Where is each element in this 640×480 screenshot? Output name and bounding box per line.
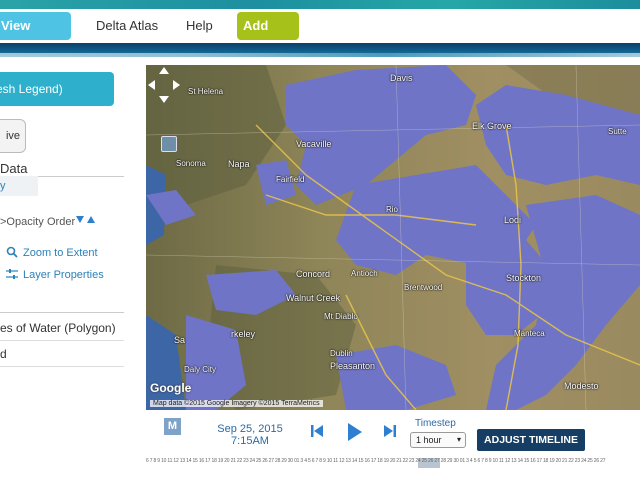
zoom-to-extent-link[interactable]: Zoom to Extent <box>6 246 98 259</box>
timeline-time: 7:15AM <box>231 435 269 447</box>
navbar: View Layers Delta Atlas Help Add New <box>0 9 640 61</box>
divider <box>0 366 124 367</box>
sliders-icon <box>6 269 18 279</box>
map-place-label: Fairfield <box>276 175 305 184</box>
timestep-select[interactable]: 1 hour ▾ <box>410 432 466 448</box>
divider <box>0 340 124 341</box>
map-place-label: Napa <box>228 159 250 169</box>
order-label: Order <box>47 216 76 228</box>
view-layers-button[interactable]: View Layers <box>0 12 71 61</box>
timeline-date: Sep 25, 2015 <box>217 423 283 435</box>
map-terrain <box>146 65 640 410</box>
map-place-label: Lodi <box>504 215 522 225</box>
map-place-label: Mt Diablo <box>324 312 358 321</box>
m-button[interactable]: M <box>164 418 181 435</box>
street-view-pegman-icon[interactable] <box>161 136 177 152</box>
help-link[interactable]: Help <box>176 12 223 40</box>
map-place-label: Davis <box>390 73 413 83</box>
google-logo: Google <box>150 381 192 395</box>
divider <box>0 312 124 313</box>
map-place-label: Sa <box>174 335 186 345</box>
timestep-value: 1 hour <box>416 435 442 445</box>
map-place-label: Modesto <box>564 381 599 391</box>
opacity-label: >Opacity <box>0 216 44 228</box>
active-button[interactable]: ive <box>0 119 26 153</box>
map-place-label: Daly City <box>184 365 217 374</box>
timestep-label: Timestep <box>415 418 456 429</box>
legend-button[interactable]: resh Legend) <box>0 72 114 106</box>
add-new-button[interactable]: Add New <box>237 12 299 61</box>
map-place-label: Elk Grove <box>472 121 512 131</box>
adjust-timeline-button[interactable]: ADJUST TIMELINE <box>477 429 585 451</box>
map-place-label: Sutte <box>608 127 627 136</box>
play-icon[interactable] <box>348 423 362 441</box>
map-place-label: Brentwood <box>404 283 443 292</box>
header-banner <box>0 43 640 57</box>
timeline-ruler[interactable]: 6 7 8 9 10 11 12 13 14 15 16 17 18 19 20… <box>146 458 640 468</box>
map-place-label: Sonoma <box>176 159 206 168</box>
map-place-label: Dublin <box>330 349 353 358</box>
map-place-label: Concord <box>296 269 331 279</box>
section-title: Data <box>0 161 28 176</box>
map-place-label: Manteca <box>514 329 545 338</box>
app-root: View Layers Delta Atlas Help Add New res… <box>0 0 640 480</box>
select-caret-icon: ▾ <box>456 435 461 444</box>
map-place-label: Walnut Creek <box>286 293 341 303</box>
map-place-label: Stockton <box>506 273 542 283</box>
map-place-label: St Helena <box>188 87 224 96</box>
magnifier-icon <box>6 246 18 258</box>
layer-properties-label: Layer Properties <box>23 269 104 281</box>
map-place-label: Vacaville <box>296 139 332 149</box>
layer-properties-link[interactable]: Layer Properties <box>6 268 104 281</box>
delta-atlas-link[interactable]: Delta Atlas <box>86 12 168 40</box>
map-view[interactable]: Davis St Helena Vacaville Elk Grove Sonoma Na… <box>146 65 640 410</box>
zoom-to-extent-label: Zoom to Extent <box>23 247 98 259</box>
second-layer-row[interactable]: d <box>0 347 7 361</box>
order-arrows-icon[interactable] <box>75 214 97 226</box>
layer-item[interactable]: y <box>0 176 38 196</box>
skip-forward-icon[interactable] <box>384 424 396 438</box>
pan-control[interactable] <box>146 65 182 105</box>
top-stripe <box>0 0 640 9</box>
map-place-label: Pleasanton <box>330 361 376 371</box>
map-place-label: Antioch <box>351 269 378 278</box>
map-attribution: Map data ©2015 Google Imagery ©2015 Terr… <box>150 400 323 407</box>
skip-back-icon[interactable] <box>311 424 323 438</box>
water-layer-row[interactable]: es of Water (Polygon) <box>0 321 116 335</box>
timeline-ruler-ticks: 6 7 8 9 10 11 12 13 14 15 16 17 18 19 20… <box>146 458 606 464</box>
map-place-label: rkeley <box>231 329 256 339</box>
map-place-label: Rio <box>386 205 399 214</box>
